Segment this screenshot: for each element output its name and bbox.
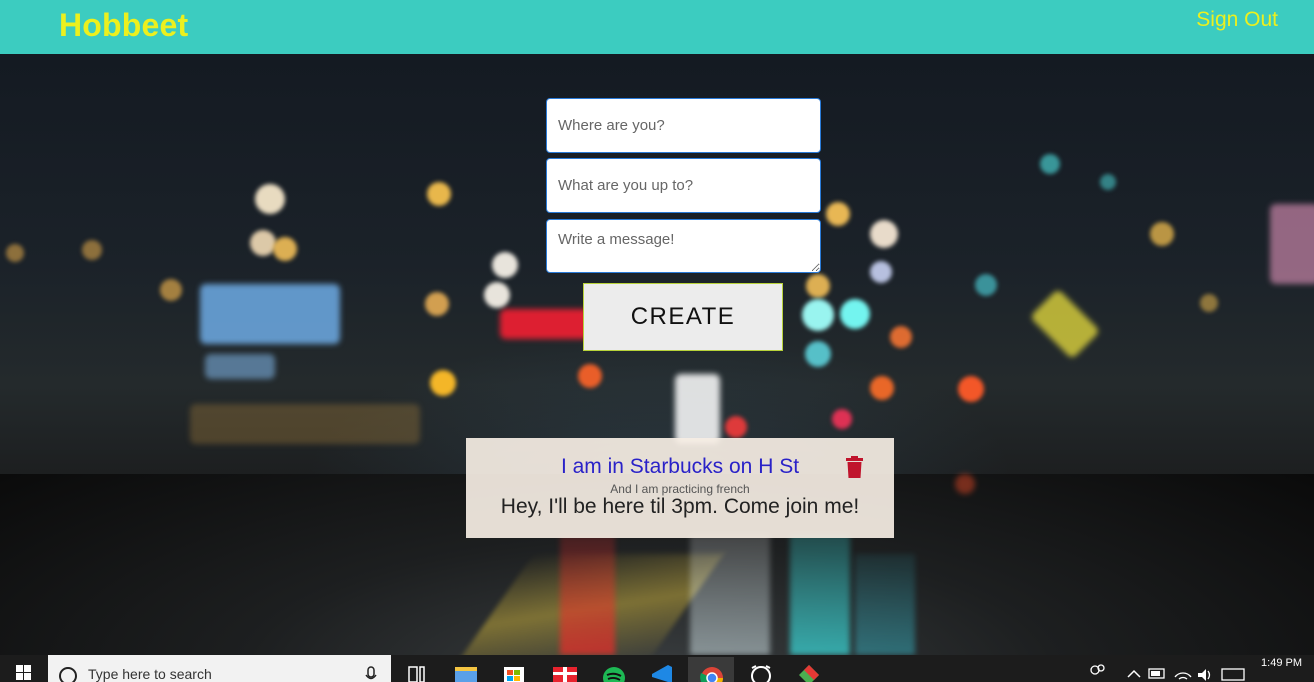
microsoft-store-icon[interactable] (490, 657, 536, 682)
taskbar-search-placeholder: Type here to search (88, 666, 212, 682)
app-header: Hobbeet Sign Out (0, 0, 1314, 54)
alarm-clock-icon[interactable] (738, 657, 784, 682)
spotify-icon[interactable] (590, 657, 636, 682)
post-location: I am in Starbucks on H St (560, 455, 800, 478)
post-card: I am in Starbucks on H St And I am pract… (466, 438, 894, 538)
task-view-icon[interactable] (394, 657, 440, 682)
wifi-icon[interactable] (1172, 657, 1194, 682)
brand-logo[interactable]: Hobbeet (59, 7, 188, 44)
vscode-icon[interactable] (638, 657, 684, 682)
post-activity: And I am practicing french (610, 482, 750, 496)
git-tool-icon[interactable] (786, 657, 832, 682)
taskbar-search-box[interactable]: Type here to search (48, 655, 391, 682)
keyboard-icon[interactable] (1220, 657, 1246, 682)
microphone-icon[interactable] (364, 655, 378, 682)
windows-start-icon[interactable] (0, 655, 48, 682)
message-textarea[interactable] (546, 219, 821, 273)
activity-input[interactable] (546, 158, 821, 213)
where-input[interactable] (546, 98, 821, 153)
volume-icon[interactable] (1194, 657, 1216, 682)
search-icon (59, 667, 77, 682)
trash-icon[interactable] (846, 456, 863, 478)
battery-icon[interactable] (1146, 657, 1168, 682)
windows-taskbar: Type here to search 1:49 PM (0, 655, 1314, 682)
sign-out-link[interactable]: Sign Out (1196, 8, 1278, 32)
chrome-icon[interactable] (688, 657, 734, 682)
gift-app-icon[interactable] (541, 657, 587, 682)
people-icon[interactable] (1084, 657, 1110, 682)
create-button[interactable]: CREATE (583, 283, 783, 351)
post-message: Hey, I'll be here til 3pm. Come join me! (500, 495, 860, 518)
chevron-up-icon[interactable] (1124, 657, 1144, 682)
taskbar-clock[interactable]: 1:49 PM (1261, 657, 1302, 669)
file-explorer-icon[interactable] (442, 657, 488, 682)
